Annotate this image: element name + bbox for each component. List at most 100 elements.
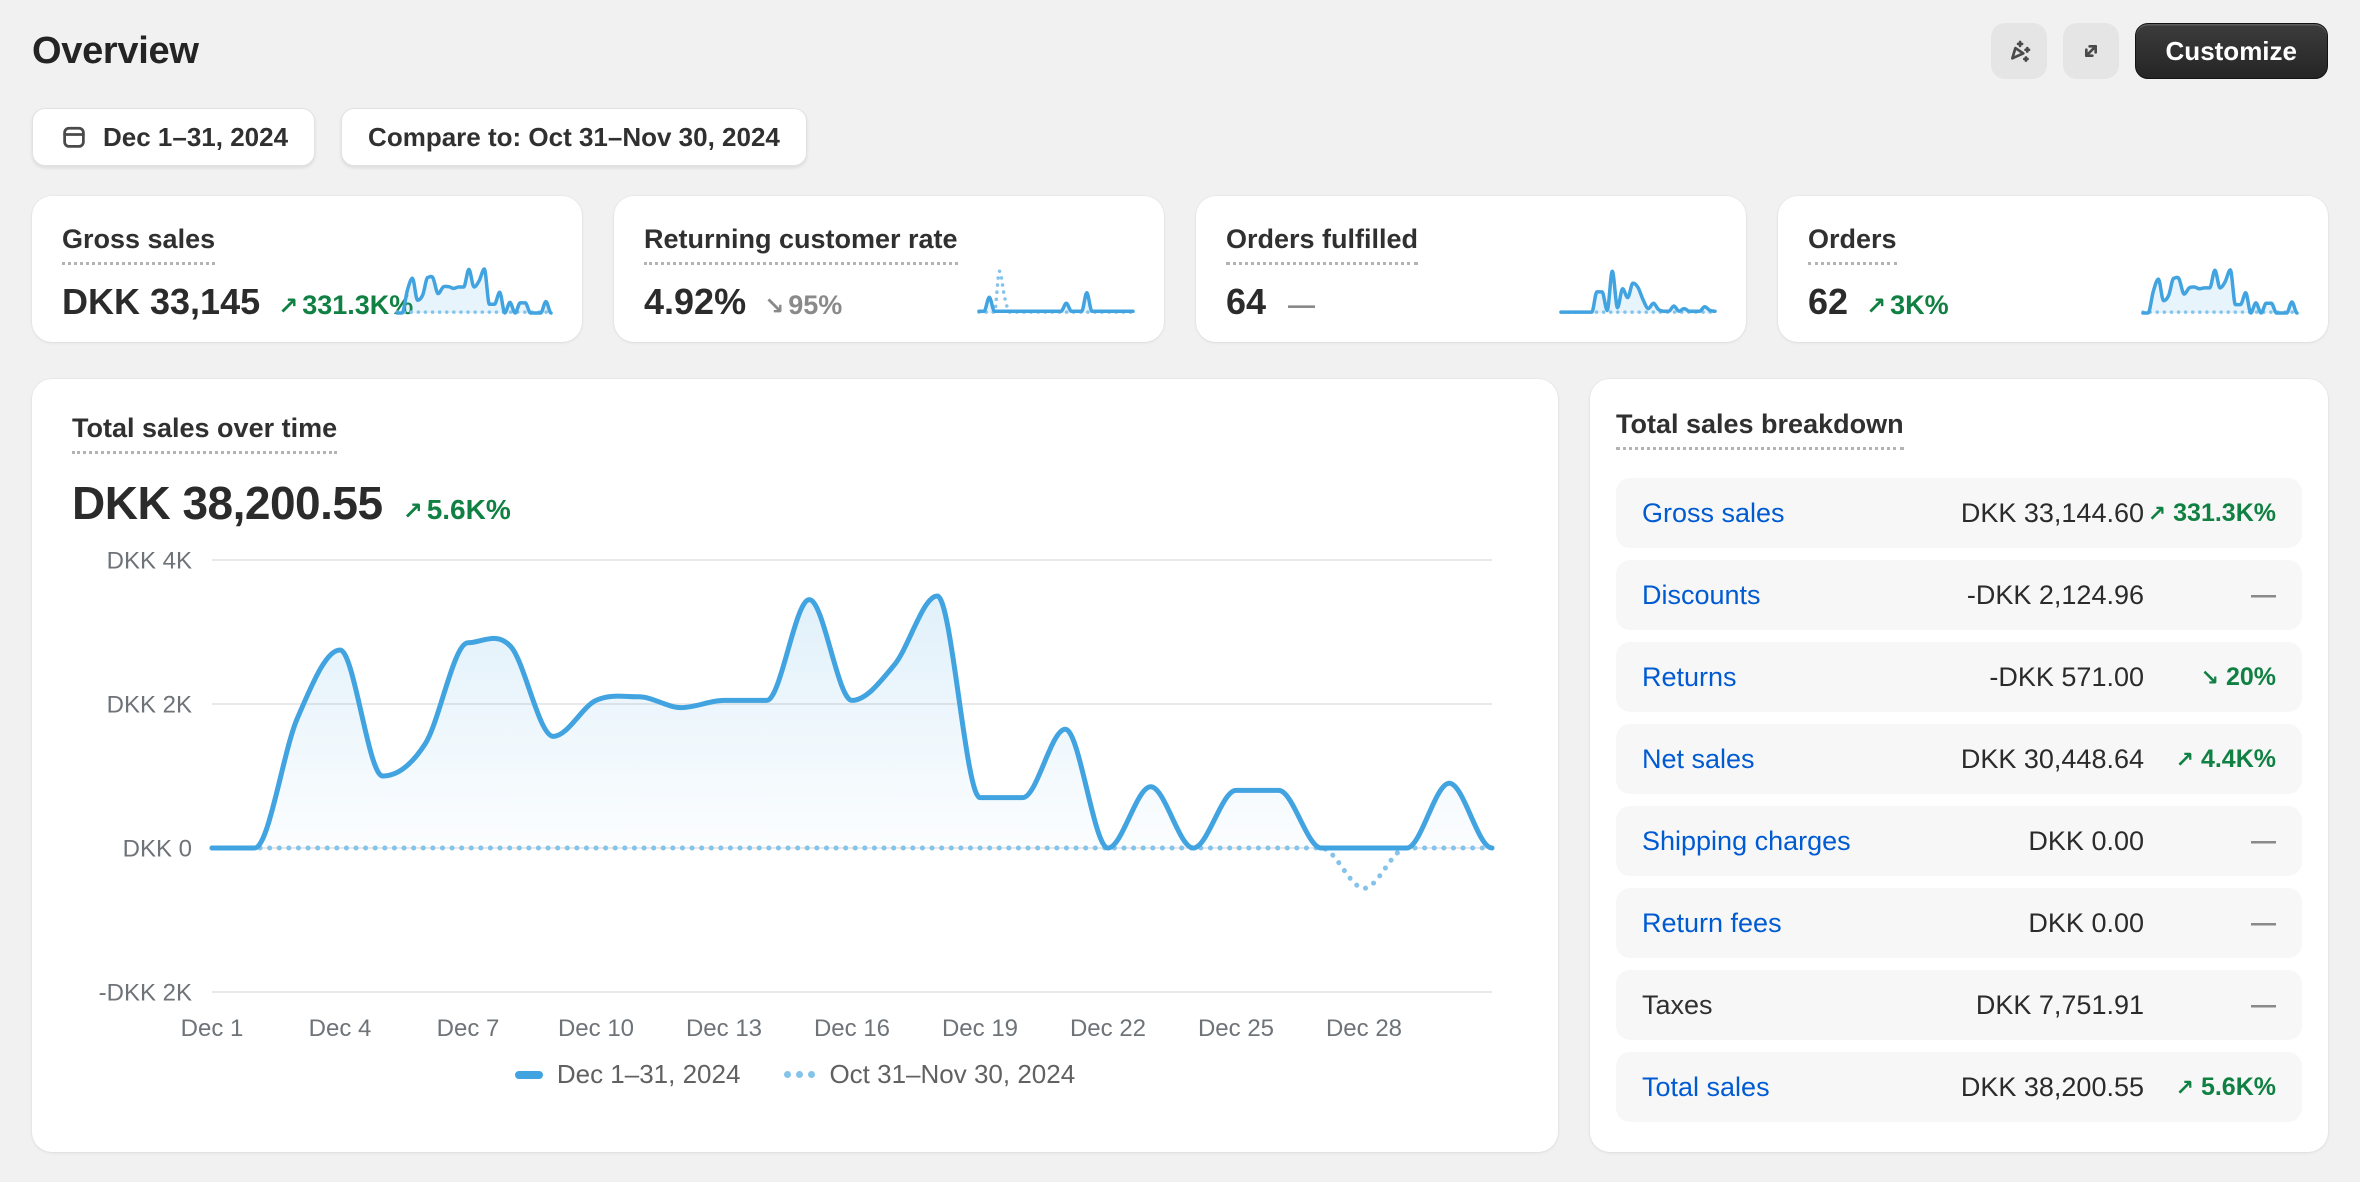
metric-card-returning-customer-rate[interactable]: Returning customer rate 4.92% ↘ 95% — [614, 196, 1164, 342]
breakdown-row-delta: ↘ 20% — [2200, 662, 2276, 691]
page-title: Overview — [32, 29, 199, 72]
dotted-line-swatch — [784, 1071, 816, 1078]
metric-label[interactable]: Orders — [1808, 224, 1897, 265]
compare-to-button[interactable]: Compare to: Oct 31–Nov 30, 2024 — [341, 108, 807, 166]
trend-arrow-icon: ↗ — [2147, 500, 2167, 526]
svg-text:Dec 10: Dec 10 — [558, 1015, 634, 1042]
chart-delta: ↗ 5.6K% — [402, 494, 511, 525]
sparkline-chart — [394, 263, 554, 326]
breakdown-row-delta: ↗ 331.3K% — [2147, 498, 2276, 527]
breakdown-row-link[interactable]: Returns — [1642, 662, 1737, 693]
breakdown-row-value: DKK 30,448.64 — [1960, 743, 2144, 774]
expand-icon — [2084, 44, 2097, 57]
trend-arrow-icon: ↗ — [1866, 293, 1887, 320]
chart-total-value: DKK 38,200.55 — [72, 477, 383, 529]
metrics-row: Gross sales DKK 33,145 ↗ 331.3K% Returnin… — [32, 196, 2328, 342]
breakdown-row-value: DKK 38,200.55 — [1960, 1071, 2144, 1102]
metric-delta: ↗ 3K% — [1866, 290, 1949, 320]
sparkline-chart — [976, 263, 1136, 326]
breakdown-row-value: DKK 33,144.60 — [1960, 497, 2144, 528]
breakdown-row-taxes: Taxes DKK 7,751.91 — — [1616, 970, 2302, 1040]
trend-arrow-icon: ↗ — [278, 293, 299, 320]
sparkline-chart — [2140, 263, 2300, 326]
total-sales-breakdown-card: Total sales breakdown Gross sales DKK 33… — [1590, 379, 2328, 1152]
breakdown-row-delta: — — [2251, 908, 2276, 937]
breakdown-row-link[interactable]: Return fees — [1642, 908, 1782, 939]
metric-card-orders[interactable]: Orders 62 ↗ 3K% — [1778, 196, 2328, 342]
trend-arrow-icon: ↗ — [2175, 746, 2194, 772]
breakdown-row-discounts: Discounts -DKK 2,124.96 — — [1616, 560, 2302, 630]
svg-text:DKK 0: DKK 0 — [123, 835, 192, 862]
svg-text:Dec 13: Dec 13 — [686, 1015, 762, 1042]
date-range-button[interactable]: Dec 1–31, 2024 — [32, 108, 316, 166]
breakdown-row-label: Taxes — [1642, 989, 1713, 1020]
analytics-overview-page: Overview Customize Dec 1–31, 2024 Compar… — [0, 0, 2360, 1152]
metric-delta: ↘ 95% — [764, 290, 843, 320]
customize-button[interactable]: Customize — [2134, 23, 2328, 79]
breakdown-row-gross-sales: Gross sales DKK 33,144.60 ↗ 331.3K% — [1616, 478, 2302, 548]
legend-item-current-period[interactable]: Dec 1–31, 2024 — [514, 1059, 740, 1090]
breakdown-row-shipping-charges: Shipping charges DKK 0.00 — — [1616, 806, 2302, 876]
breakdown-row-link[interactable]: Total sales — [1642, 1072, 1770, 1103]
chart-value-row: DKK 38,200.55 ↗ 5.6K% — [72, 476, 1518, 530]
calendar-icon — [63, 126, 85, 148]
metric-delta: — — [1288, 290, 1316, 320]
bottom-section: Total sales over time DKK 38,200.55 ↗ 5.6… — [32, 379, 2328, 1152]
trend-arrow-icon: ↘ — [764, 293, 785, 320]
breakdown-row-value: DKK 7,751.91 — [1975, 989, 2144, 1020]
breakdown-row-value: DKK 0.00 — [2028, 825, 2144, 856]
breakdown-row-delta: ↗ 4.4K% — [2175, 744, 2276, 773]
breakdown-row-delta: — — [2251, 580, 2276, 609]
chart-title[interactable]: Total sales over time — [72, 413, 338, 454]
breakdown-title[interactable]: Total sales breakdown — [1616, 409, 1904, 450]
solid-line-swatch — [514, 1070, 543, 1079]
breakdown-rows: Gross sales DKK 33,144.60 ↗ 331.3K% Disc… — [1616, 478, 2302, 1122]
svg-text:Dec 19: Dec 19 — [942, 1015, 1018, 1042]
breakdown-row-link[interactable]: Discounts — [1642, 580, 1761, 611]
header-actions: Customize — [1990, 23, 2328, 79]
svg-text:Dec 25: Dec 25 — [1198, 1015, 1274, 1042]
breakdown-row-return-fees: Return fees DKK 0.00 — — [1616, 888, 2302, 958]
svg-text:Dec 1: Dec 1 — [181, 1015, 244, 1042]
breakdown-row-delta: — — [2251, 990, 2276, 1019]
metric-label[interactable]: Returning customer rate — [644, 224, 958, 265]
trend-arrow-icon: ↘ — [2200, 664, 2219, 690]
legend-item-compare-period[interactable]: Oct 31–Nov 30, 2024 — [784, 1059, 1075, 1090]
breakdown-row-link[interactable]: Gross sales — [1642, 498, 1785, 529]
magic-sparkle-icon — [2010, 40, 2030, 62]
svg-text:Dec 16: Dec 16 — [814, 1015, 890, 1042]
breakdown-row-link[interactable]: Shipping charges — [1642, 826, 1851, 857]
trend-arrow-icon: ↗ — [2175, 1074, 2194, 1100]
metric-label[interactable]: Orders fulfilled — [1226, 224, 1419, 265]
topbar: Overview Customize — [32, 20, 2328, 82]
trend-arrow-icon: ↗ — [402, 498, 423, 525]
chart-legend: Dec 1–31, 2024 Oct 31–Nov 30, 2024 — [72, 1059, 1518, 1090]
date-range-label: Dec 1–31, 2024 — [103, 121, 289, 152]
svg-text:-DKK 2K: -DKK 2K — [99, 979, 192, 1006]
svg-text:Dec 7: Dec 7 — [437, 1015, 500, 1042]
breakdown-row-total-sales: Total sales DKK 38,200.55 ↗ 5.6K% — [1616, 1052, 2302, 1122]
expand-button[interactable] — [2062, 23, 2119, 79]
breakdown-row-returns: Returns -DKK 571.00 ↘ 20% — [1616, 642, 2302, 712]
svg-text:Dec 22: Dec 22 — [1070, 1015, 1146, 1042]
metric-value: DKK 33,145 — [62, 281, 261, 322]
breakdown-row-link[interactable]: Net sales — [1642, 744, 1755, 775]
total-sales-over-time-card: Total sales over time DKK 38,200.55 ↗ 5.6… — [32, 379, 1558, 1152]
breakdown-row-delta: ↗ 5.6K% — [2175, 1072, 2276, 1101]
breakdown-row-value: -DKK 571.00 — [1989, 661, 2144, 692]
filter-row: Dec 1–31, 2024 Compare to: Oct 31–Nov 30… — [32, 108, 2328, 166]
compare-to-label: Compare to: Oct 31–Nov 30, 2024 — [368, 121, 780, 152]
svg-text:Dec 4: Dec 4 — [309, 1015, 372, 1042]
metric-value: 4.92% — [644, 281, 747, 322]
breakdown-row-value: -DKK 2,124.96 — [1966, 579, 2144, 610]
metric-card-orders-fulfilled[interactable]: Orders fulfilled 64 — — [1196, 196, 1746, 342]
breakdown-row-value: DKK 0.00 — [2028, 907, 2144, 938]
svg-text:DKK 4K: DKK 4K — [107, 547, 192, 574]
metric-label[interactable]: Gross sales — [62, 224, 216, 265]
total-sales-line-chart[interactable]: DKK 4K DKK 2K DKK 0 -DKK 2K Dec 1 Dec 4 Dec 7 D… — [72, 530, 1518, 1050]
magic-insights-button[interactable] — [1990, 23, 2047, 79]
svg-text:DKK 2K: DKK 2K — [107, 691, 192, 718]
metric-card-gross-sales[interactable]: Gross sales DKK 33,145 ↗ 331.3K% — [32, 196, 582, 342]
breakdown-row-delta: — — [2251, 826, 2276, 855]
metric-value: 64 — [1226, 281, 1267, 322]
